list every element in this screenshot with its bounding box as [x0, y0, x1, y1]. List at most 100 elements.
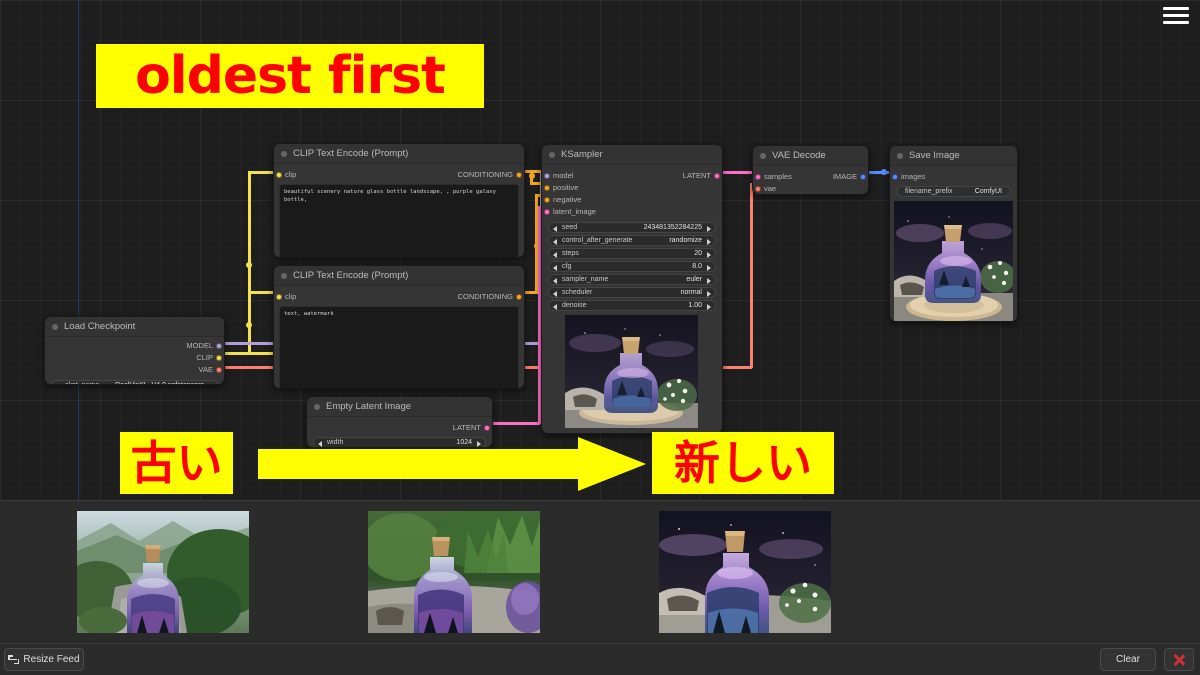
wire-latent [492, 422, 540, 425]
widget-next-arrow-icon[interactable] [707, 251, 711, 258]
node-title-bar[interactable]: Load Checkpoint [45, 317, 224, 337]
clear-feed-button[interactable]: Clear [1100, 648, 1156, 671]
input-pin-latent-image[interactable] [544, 209, 550, 215]
node-clip-text-encode-negative[interactable]: CLIP Text Encode (Prompt) clip CONDITION… [273, 265, 525, 389]
node-collapse-icon[interactable] [281, 273, 287, 279]
node-ksampler[interactable]: KSampler model LATENT positive negative … [541, 144, 723, 434]
output-pin-latent[interactable] [714, 173, 720, 179]
input-pin-negative[interactable] [544, 197, 550, 203]
widget-seed[interactable]: seed 243481352284225 [548, 222, 716, 233]
node-save-image[interactable]: Save Image images filename_prefix ComfyU… [889, 145, 1018, 322]
widget-value: 8.0 [692, 263, 702, 270]
widget-value: 1.00 [688, 302, 702, 309]
feed-thumbnail[interactable] [77, 511, 249, 633]
slot-row: negative [542, 194, 722, 206]
widget-prev-arrow-icon[interactable] [553, 277, 557, 284]
hamburger-menu-button[interactable] [1161, 4, 1191, 26]
widget-denoise[interactable]: denoise 1.00 [548, 300, 716, 311]
input-pin-images[interactable] [892, 174, 898, 180]
output-pin-image[interactable] [860, 174, 866, 180]
input-pin-clip[interactable] [276, 294, 282, 300]
annotation-new-text: 新しい [674, 436, 812, 490]
node-collapse-icon[interactable] [52, 324, 58, 330]
output-pin-conditioning[interactable] [516, 172, 522, 178]
output-pin-latent[interactable] [484, 425, 490, 431]
widget-prev-arrow-icon[interactable] [553, 290, 557, 297]
output-label-image: IMAGE [832, 172, 857, 181]
widget-next-arrow-icon[interactable] [707, 303, 711, 310]
widget-ckpt-name[interactable]: ckpt_name RealVisXL_V4.0.safetensors [51, 380, 218, 384]
widget-value: 243481352284225 [643, 224, 702, 231]
node-clip-text-encode-positive[interactable]: CLIP Text Encode (Prompt) clip CONDITION… [273, 143, 525, 258]
node-title-bar[interactable]: CLIP Text Encode (Prompt) [274, 266, 524, 286]
slot-row: vae [753, 183, 868, 194]
widget-value: ComfyUI [974, 188, 1002, 195]
input-pin-model[interactable] [544, 173, 550, 179]
widget-scheduler[interactable]: scheduler normal [548, 287, 716, 298]
output-pin-model[interactable] [216, 343, 222, 349]
wire-reroute-dot [529, 173, 535, 179]
input-label-positive: positive [553, 183, 579, 192]
widget-sampler-name[interactable]: sampler_name euler [548, 274, 716, 285]
output-label-latent: LATENT [682, 171, 711, 180]
widget-next-arrow-icon[interactable] [707, 290, 711, 297]
feed-thumbnail[interactable] [659, 511, 831, 633]
image-feed-strip[interactable] [0, 500, 1200, 643]
ksampler-preview-image[interactable] [565, 315, 698, 428]
widget-next-arrow-icon[interactable] [707, 225, 711, 232]
node-title-bar[interactable]: Save Image [890, 146, 1017, 166]
slot-row: model LATENT [542, 170, 722, 182]
node-body: clip CONDITIONING text, watermark [274, 286, 524, 388]
widget-next-arrow-icon[interactable] [707, 264, 711, 271]
node-collapse-icon[interactable] [760, 153, 766, 159]
widget-prev-arrow-icon[interactable] [553, 225, 557, 232]
node-collapse-icon[interactable] [897, 153, 903, 159]
widget-prev-arrow-icon[interactable] [553, 251, 557, 258]
node-title-bar[interactable]: Empty Latent Image [307, 397, 492, 417]
node-collapse-icon[interactable] [314, 404, 320, 410]
close-x-icon [1172, 653, 1186, 667]
input-pin-positive[interactable] [544, 185, 550, 191]
output-label-vae: VAE [198, 365, 213, 374]
slot-row: positive [542, 182, 722, 194]
feed-thumbnail-image [659, 511, 831, 633]
widget-steps[interactable]: steps 20 [548, 248, 716, 259]
widget-prev-arrow-icon[interactable] [553, 238, 557, 245]
image-feed-inner [0, 501, 1200, 643]
output-pin-vae[interactable] [216, 367, 222, 373]
canvas-axis-line [78, 0, 79, 500]
clear-label: Clear [1116, 654, 1140, 665]
widget-next-arrow-icon[interactable] [707, 238, 711, 245]
node-title-bar[interactable]: VAE Decode [753, 146, 868, 166]
close-feed-button[interactable] [1164, 648, 1194, 671]
widget-cfg[interactable]: cfg 8.0 [548, 261, 716, 272]
node-body: clip CONDITIONING beautiful scenery natu… [274, 164, 524, 257]
widget-label: ckpt_name [65, 381, 99, 384]
node-title-bar[interactable]: CLIP Text Encode (Prompt) [274, 144, 524, 164]
annotation-label-new: 新しい [652, 432, 834, 494]
node-title-bar[interactable]: KSampler [542, 145, 722, 165]
node-collapse-icon[interactable] [281, 151, 287, 157]
widget-prev-arrow-icon[interactable] [553, 264, 557, 271]
widget-prev-arrow-icon[interactable] [553, 303, 557, 310]
node-vae-decode[interactable]: VAE Decode samples IMAGE vae [752, 145, 869, 195]
feed-thumbnail[interactable] [368, 511, 540, 633]
input-pin-clip[interactable] [276, 172, 282, 178]
widget-filename-prefix[interactable]: filename_prefix ComfyUI [896, 186, 1011, 197]
node-collapse-icon[interactable] [549, 152, 555, 158]
widget-next-arrow-icon[interactable] [209, 383, 213, 384]
output-pin-clip[interactable] [216, 355, 222, 361]
input-pin-vae[interactable] [755, 186, 761, 192]
widget-control-after-generate[interactable]: control_after_generate randomize [548, 235, 716, 246]
prompt-textarea-positive[interactable]: beautiful scenery nature glass bottle la… [279, 184, 519, 257]
widget-next-arrow-icon[interactable] [707, 277, 711, 284]
node-graph-canvas[interactable]: CLIP Text Encode (Prompt) clip CONDITION… [0, 0, 1200, 500]
input-pin-samples[interactable] [755, 174, 761, 180]
widget-prev-arrow-icon[interactable] [56, 383, 60, 384]
save-image-preview[interactable] [894, 201, 1013, 321]
output-pin-conditioning[interactable] [516, 294, 522, 300]
prompt-textarea-negative[interactable]: text, watermark [279, 306, 519, 388]
resize-feed-button[interactable]: Resize Feed [4, 648, 84, 671]
node-title-text: Save Image [909, 150, 960, 161]
node-load-checkpoint[interactable]: Load Checkpoint MODEL CLIP VAE ckpt_name… [44, 316, 225, 385]
